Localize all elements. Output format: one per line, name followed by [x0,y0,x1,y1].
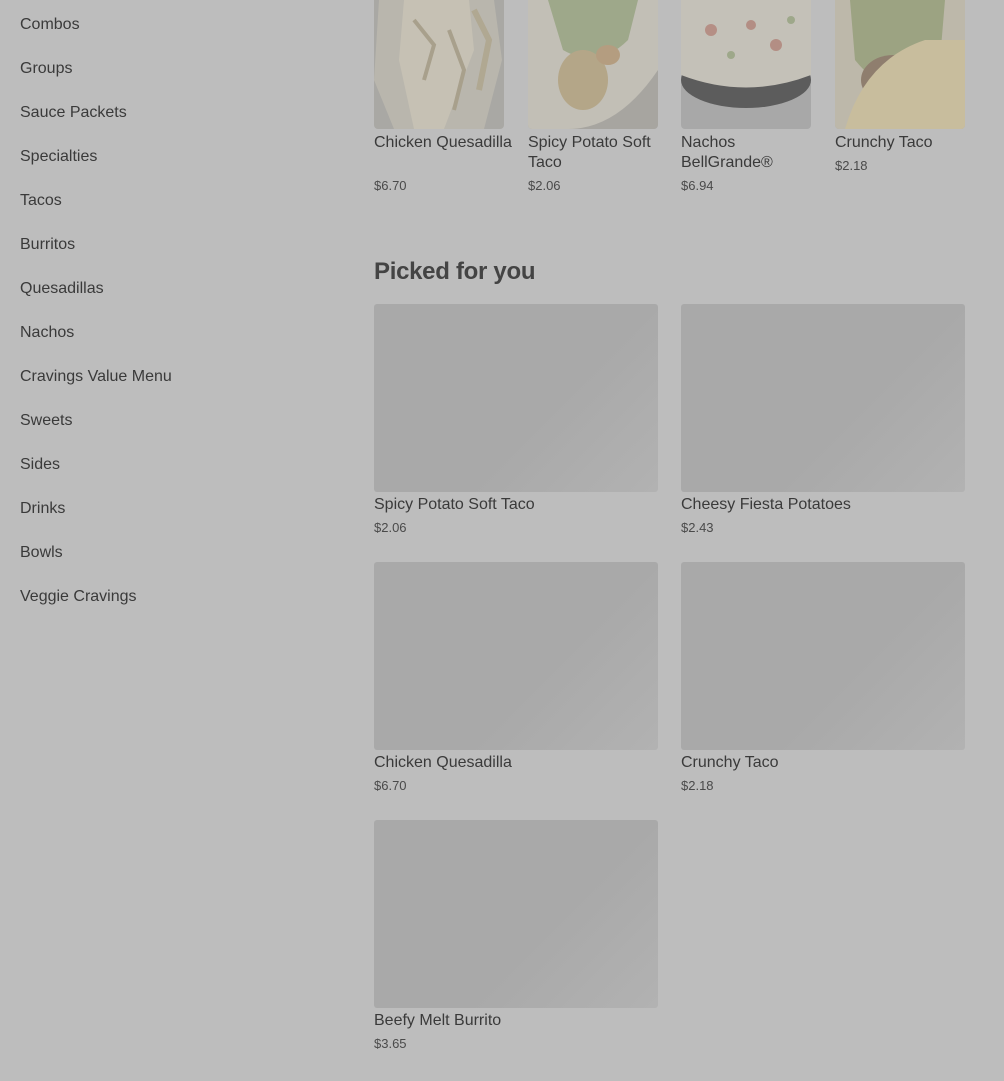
sidebar-item-sauce-packets[interactable]: Sauce Packets [20,103,127,123]
top-item-name: Crunchy Taco [835,134,933,151]
sidebar-item-veggie-cravings[interactable]: Veggie Cravings [20,587,137,607]
picked-item-price: $2.18 [681,778,714,793]
food-image-placeholder [374,562,658,750]
picked-item-price: $6.70 [374,778,407,793]
sidebar-item-tacos[interactable]: Tacos [20,191,62,211]
food-image-placeholder [681,304,965,492]
food-image-placeholder [374,820,658,1008]
food-image-placeholder [681,562,965,750]
sidebar-item-groups[interactable]: Groups [20,59,72,79]
sidebar-item-burritos[interactable]: Burritos [20,235,75,255]
sidebar-item-bowls[interactable]: Bowls [20,543,63,563]
top-item-price: $6.94 [681,178,714,193]
sidebar-item-drinks[interactable]: Drinks [20,499,65,519]
food-image-crunchy-taco [835,0,965,129]
section-title-picked-for-you: Picked for you [374,258,536,285]
sidebar-item-sides[interactable]: Sides [20,455,60,475]
food-image-placeholder [374,304,658,492]
picked-item-name: Spicy Potato Soft Taco [374,496,535,513]
food-image-chicken-quesadilla [374,0,504,129]
picked-item-name: Beefy Melt Burrito [374,1012,502,1029]
top-item-price: $2.06 [528,178,561,193]
picked-item-name: Chicken Quesadilla [374,754,512,771]
sidebar-item-quesadillas[interactable]: Quesadillas [20,279,104,299]
sidebar-item-combos[interactable]: Combos [20,15,80,35]
top-item-price: $6.70 [374,178,407,193]
picked-item-price: $2.43 [681,520,714,535]
sidebar-item-sweets[interactable]: Sweets [20,411,72,431]
sidebar-item-nachos[interactable]: Nachos [20,323,74,343]
top-item-price: $2.18 [835,158,868,173]
picked-item-price: $2.06 [374,520,407,535]
sidebar-item-cravings-value-menu[interactable]: Cravings Value Menu [20,367,172,387]
top-item-name: Spicy Potato Soft Taco [528,134,651,171]
top-item-name: Nachos BellGrande® [681,134,773,171]
picked-item-name: Cheesy Fiesta Potatoes [681,496,851,513]
top-item-name: Chicken Quesadilla [374,134,512,151]
sidebar-item-specialties[interactable]: Specialties [20,147,97,167]
food-image-spicy-potato-soft-taco [528,0,658,129]
food-image-nachos-bellgrande [681,0,811,129]
picked-item-price: $3.65 [374,1036,407,1051]
picked-item-name: Crunchy Taco [681,754,779,771]
